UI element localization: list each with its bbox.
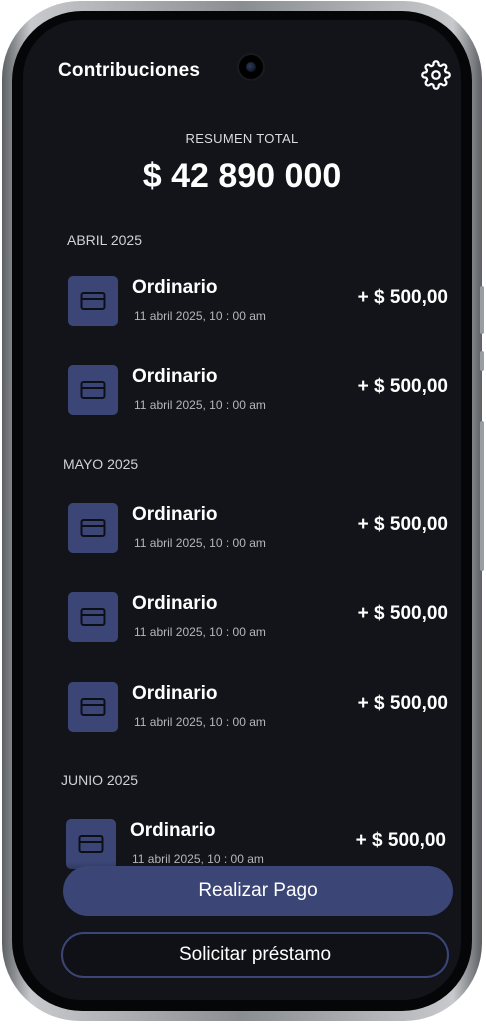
card-icon [68,276,118,326]
volume-up-button [480,286,484,334]
item-amount: + $ 500,00 [357,287,448,308]
item-title: Ordinario [132,683,218,704]
volume-rocker [480,421,484,571]
item-date: 11 abril 2025, 10 : 00 am [134,625,266,639]
card-icon [68,592,118,642]
summary-total-value: $ 42 890 000 [142,157,342,195]
phone-frame: Contribuciones RESUMEN TOTAL $ 42 890 00… [2,1,484,1021]
item-date: 11 abril 2025, 10 : 00 am [134,536,266,550]
page-title: Contribuciones [58,60,201,81]
list-item[interactable]: Ordinario 11 abril 2025, 10 : 00 am + $ … [68,365,448,417]
item-amount: + $ 500,00 [357,693,448,714]
power-button [480,351,484,371]
summary-label: RESUMEN TOTAL [185,131,299,146]
item-amount: + $ 500,00 [357,603,448,624]
item-amount: + $ 500,00 [357,376,448,397]
item-title: Ordinario [132,504,218,525]
item-amount: + $ 500,00 [357,514,448,535]
section-label-junio: JUNIO 2025 [61,772,139,788]
item-title: Ordinario [132,277,218,298]
gear-icon[interactable] [421,60,451,90]
list-item[interactable]: Ordinario 11 abril 2025, 10 : 00 am + $ … [68,682,448,734]
request-loan-button[interactable]: Solicitar préstamo [61,932,449,978]
list-item[interactable]: Ordinario 11 abril 2025, 10 : 00 am + $ … [68,503,448,555]
list-item[interactable]: Ordinario 11 abril 2025, 10 : 00 am + $ … [68,592,448,644]
item-title: Ordinario [130,820,216,841]
item-date: 11 abril 2025, 10 : 00 am [134,309,266,323]
item-title: Ordinario [132,593,218,614]
item-title: Ordinario [132,366,218,387]
card-icon [68,503,118,553]
item-amount: + $ 500,00 [355,830,446,851]
card-icon [68,365,118,415]
item-date: 11 abril 2025, 10 : 00 am [134,398,266,412]
phone-bezel: Contribuciones RESUMEN TOTAL $ 42 890 00… [12,11,472,1011]
list-item[interactable]: Ordinario 11 abril 2025, 10 : 00 am + $ … [68,276,448,328]
section-label-abril: ABRIL 2025 [67,232,142,248]
app-screen: Contribuciones RESUMEN TOTAL $ 42 890 00… [23,20,461,1000]
item-date: 11 abril 2025, 10 : 00 am [134,715,266,729]
front-camera [239,55,263,79]
section-label-mayo: MAYO 2025 [63,456,139,472]
card-icon [68,682,118,732]
make-payment-button[interactable]: Realizar Pago [63,866,453,916]
